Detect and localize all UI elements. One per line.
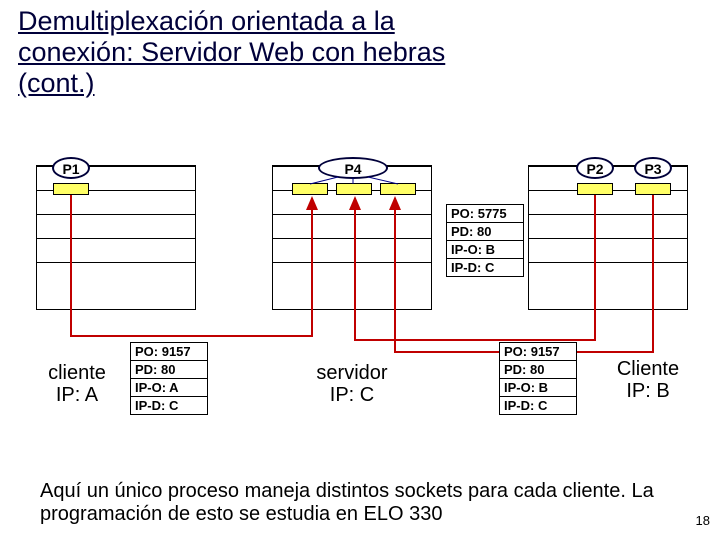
label-client-b: Cliente IP: B [598, 358, 698, 402]
socket-client-a [53, 183, 89, 195]
packet-a-pd: PD: 80 [131, 361, 207, 379]
page-number: 18 [696, 513, 710, 528]
socket-server-1 [292, 183, 328, 195]
label-server: servidor IP: C [292, 362, 412, 406]
slide-title: Demultiplexación orientada a la conexión… [18, 6, 445, 99]
process-p2: P2 [576, 157, 614, 179]
client-b-l1: Cliente [617, 358, 679, 380]
packet-b-pd: PD: 80 [500, 361, 576, 379]
process-p3-label: P3 [644, 161, 661, 177]
packet-b-ipo: IP-O: B [500, 379, 576, 397]
process-p3: P3 [634, 157, 672, 179]
title-line-3: (cont.) [18, 68, 95, 98]
process-p4: P4 [318, 157, 388, 179]
packet-b-ipd: IP-D: C [500, 397, 576, 414]
process-p2-label: P2 [586, 161, 603, 177]
footnote: Aquí un único proceso maneja distintos s… [40, 480, 670, 526]
packet-mid-ipo: IP-O: B [447, 241, 523, 259]
process-p1: P1 [52, 157, 90, 179]
server-l2: IP: C [330, 384, 374, 406]
socket-client-b-1 [577, 183, 613, 195]
packet-a-po: PO: 9157 [131, 343, 207, 361]
server-l1: servidor [316, 362, 387, 384]
socket-client-b-2 [635, 183, 671, 195]
socket-server-3 [380, 183, 416, 195]
label-client-a: cliente IP: A [32, 362, 122, 406]
packet-a-ipo: IP-O: A [131, 379, 207, 397]
packet-mid-ipd: IP-D: C [447, 259, 523, 276]
packet-mid-pd: PD: 80 [447, 223, 523, 241]
socket-server-2 [336, 183, 372, 195]
title-line-1: Demultiplexación orientada a la [18, 6, 395, 36]
title-line-2: conexión: Servidor Web con hebras [18, 37, 445, 67]
packet-client-b: PO: 9157 PD: 80 IP-O: B IP-D: C [499, 342, 577, 415]
packet-b-po: PO: 9157 [500, 343, 576, 361]
packet-mid-po: PO: 5775 [447, 205, 523, 223]
process-p4-label: P4 [344, 161, 361, 177]
client-a-l1: cliente [48, 362, 106, 384]
packet-a-ipd: IP-D: C [131, 397, 207, 414]
packet-client-a: PO: 9157 PD: 80 IP-O: A IP-D: C [130, 342, 208, 415]
client-b-l2: IP: B [626, 380, 669, 402]
client-a-l2: IP: A [56, 384, 98, 406]
packet-server-mid: PO: 5775 PD: 80 IP-O: B IP-D: C [446, 204, 524, 277]
process-p1-label: P1 [62, 161, 79, 177]
